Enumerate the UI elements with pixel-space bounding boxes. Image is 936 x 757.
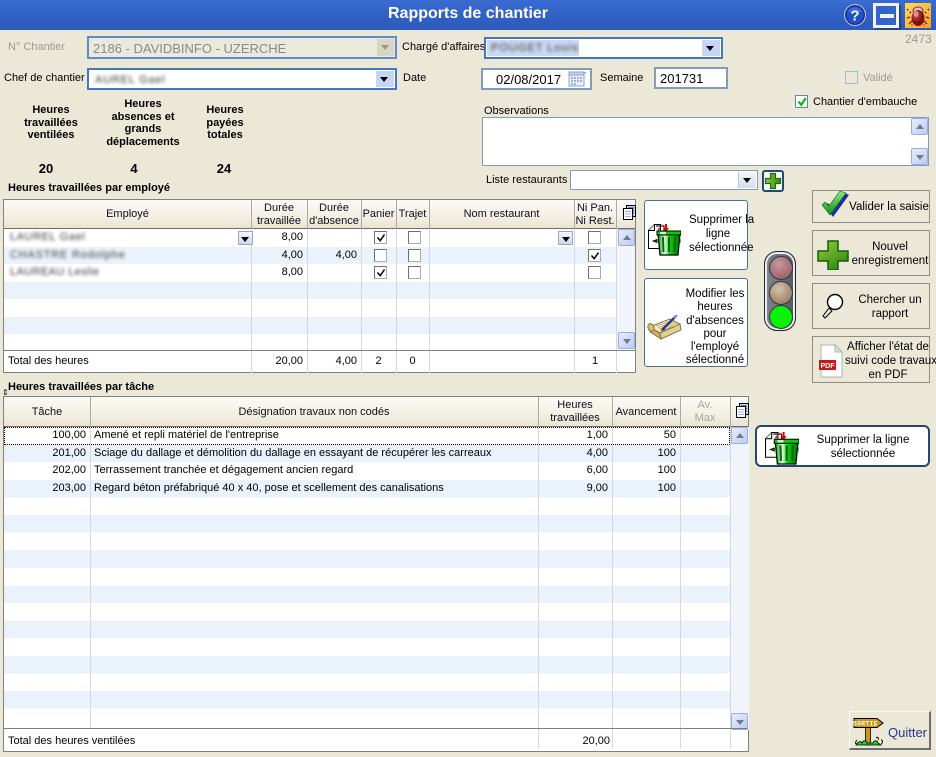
svg-text:?: ? xyxy=(850,8,859,25)
svg-text:PDF: PDF xyxy=(821,363,836,370)
svg-text:SORTIE: SORTIE xyxy=(853,721,878,728)
